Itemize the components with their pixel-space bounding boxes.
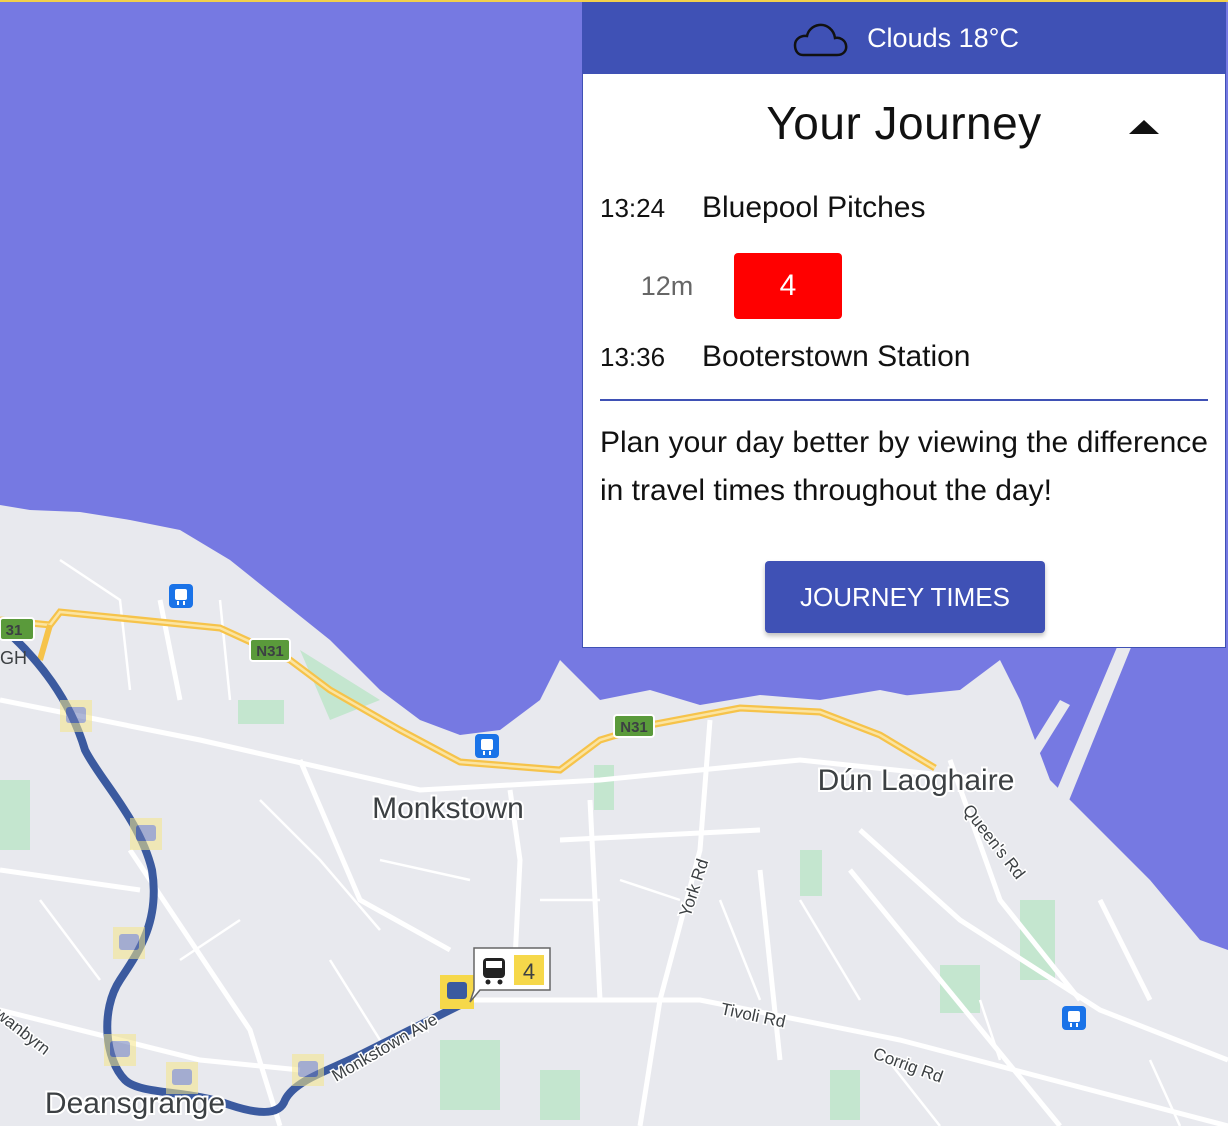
- svg-text:N31: N31: [256, 643, 284, 660]
- bus-stop-icon[interactable]: [60, 700, 92, 732]
- caret-up-icon[interactable]: [1129, 118, 1159, 138]
- train-station-icon[interactable]: [169, 584, 193, 608]
- origin-name: Bluepool Pitches: [702, 191, 926, 224]
- journey-header: Your Journey: [583, 74, 1225, 178]
- road-shield: N31: [613, 714, 655, 738]
- place-label-deansgrange: Deansgrange: [45, 1087, 225, 1120]
- route-badge[interactable]: 4: [734, 253, 842, 319]
- place-label-dun-laoghaire: Dún Laoghaire: [818, 764, 1015, 797]
- bus-stop-icon[interactable]: [104, 1034, 136, 1066]
- road-shield: 31: [0, 617, 35, 641]
- info-text: Plan your day better by viewing the diff…: [600, 426, 1208, 507]
- svg-text:N31: N31: [620, 719, 648, 736]
- destination-time: 13:36: [600, 342, 666, 372]
- train-station-icon[interactable]: [1062, 1006, 1086, 1030]
- weather-bar: Clouds 18°C: [583, 3, 1225, 74]
- svg-text:31: 31: [6, 622, 23, 639]
- bus-stop-icon[interactable]: [292, 1054, 324, 1086]
- destination-stop: 13:36 Booterstown Station: [600, 340, 971, 374]
- origin-stop: 13:24 Bluepool Pitches: [600, 191, 925, 225]
- journey-panel: Clouds 18°C Your Journey 13:24 Bluepool P…: [582, 2, 1226, 648]
- journey-times-button[interactable]: JOURNEY TIMES: [765, 561, 1045, 633]
- road-shield: N31: [249, 638, 291, 662]
- bus-marker-route: 4: [523, 959, 535, 984]
- journey-leg: 12m 4: [600, 253, 842, 319]
- train-station-icon[interactable]: [475, 734, 499, 758]
- place-label-monkstown: Monkstown: [372, 792, 524, 825]
- bus-stop-icon[interactable]: [113, 927, 145, 959]
- destination-name: Booterstown Station: [702, 340, 971, 373]
- weather-label: Clouds 18°C: [867, 23, 1019, 53]
- bus-stop-icon[interactable]: [130, 818, 162, 850]
- cloud-icon: [789, 19, 849, 59]
- origin-time: 13:24: [600, 193, 666, 223]
- leg-duration: 12m: [640, 270, 694, 301]
- map-edge-label: GH: [0, 648, 27, 668]
- bus-stop-icon[interactable]: [440, 975, 474, 1009]
- divider: [600, 399, 1208, 401]
